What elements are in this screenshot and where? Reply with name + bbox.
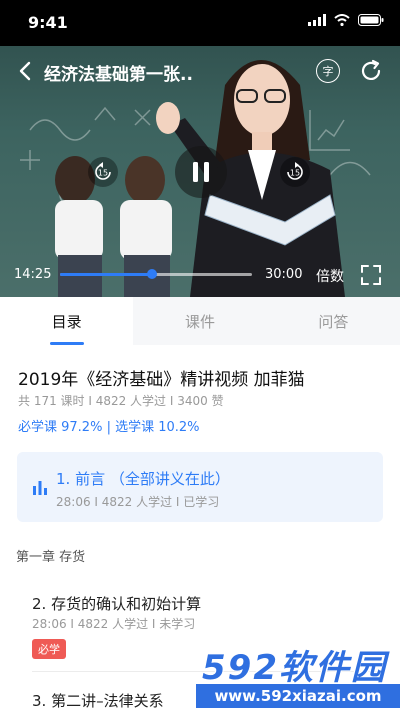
subtitle-icon[interactable]: 字 — [316, 59, 340, 83]
tab-courseware[interactable]: 课件 — [133, 297, 266, 345]
progress-fill — [60, 273, 153, 276]
watermark-url: www.592xiazai.com — [196, 684, 400, 708]
video-player[interactable]: 9:41 经济法基础第一张.. 字 15 15 14:25 30:00 倍数 — [0, 0, 400, 297]
current-lesson-card[interactable]: 1. 前言 （全部讲义在此） 28:06 I 4822 人学过 I 已学习 — [17, 452, 383, 522]
app-screen: 9:41 经济法基础第一张.. 字 15 15 14:25 30:00 倍数 目… — [0, 0, 400, 711]
status-bar: 9:41 — [0, 0, 400, 46]
rewind-15-icon[interactable]: 15 — [87, 156, 119, 188]
battery-icon — [358, 14, 384, 26]
wifi-icon — [334, 14, 350, 26]
status-time: 9:41 — [28, 13, 68, 32]
course-meta: 共 171 课时 I 4822 人学过 I 3400 赞 — [18, 394, 224, 408]
course-title: 2019年《经济基础》精讲视频 加菲猫 — [18, 370, 305, 390]
forward-15-icon[interactable]: 15 — [279, 156, 311, 188]
current-time: 14:25 — [14, 267, 52, 282]
svg-text:15: 15 — [98, 169, 108, 178]
chapter-heading: 第一章 存货 — [16, 550, 86, 565]
speed-button[interactable]: 倍数 — [316, 266, 344, 286]
site-watermark: 592软件园 www.592xiazai.com — [196, 638, 400, 711]
course-progress: 必学课 97.2% | 选学课 10.2% — [18, 420, 200, 435]
progress-bar[interactable] — [60, 269, 252, 279]
signal-icon — [308, 14, 326, 26]
svg-text:15: 15 — [290, 169, 300, 178]
total-time: 30:00 — [265, 267, 303, 282]
required-badge: 必学 — [32, 639, 66, 659]
tab-catalog[interactable]: 目录 — [0, 297, 134, 345]
current-lesson-title: 1. 前言 （全部讲义在此） — [56, 470, 230, 488]
lesson-item-title[interactable]: 3. 第二讲–法律关系 — [32, 690, 164, 711]
tab-qa[interactable]: 问答 — [267, 297, 400, 345]
refresh-icon[interactable] — [358, 58, 384, 84]
current-lesson-meta: 28:06 I 4822 人学过 I 已学习 — [56, 495, 220, 509]
video-title: 经济法基础第一张.. — [44, 65, 193, 85]
now-playing-icon — [33, 481, 47, 495]
pause-button[interactable] — [175, 146, 227, 198]
watermark-brand: 592软件园 — [202, 648, 387, 688]
lesson-item-title[interactable]: 2. 存货的确认和初始计算 — [32, 593, 201, 614]
back-icon[interactable] — [14, 58, 38, 84]
pause-icon — [193, 162, 209, 182]
status-icons — [308, 14, 384, 26]
tab-bar: 目录 课件 问答 — [0, 297, 400, 345]
fullscreen-icon[interactable] — [360, 264, 382, 286]
lesson-item-meta: 28:06 I 4822 人学过 I 未学习 — [32, 617, 196, 631]
